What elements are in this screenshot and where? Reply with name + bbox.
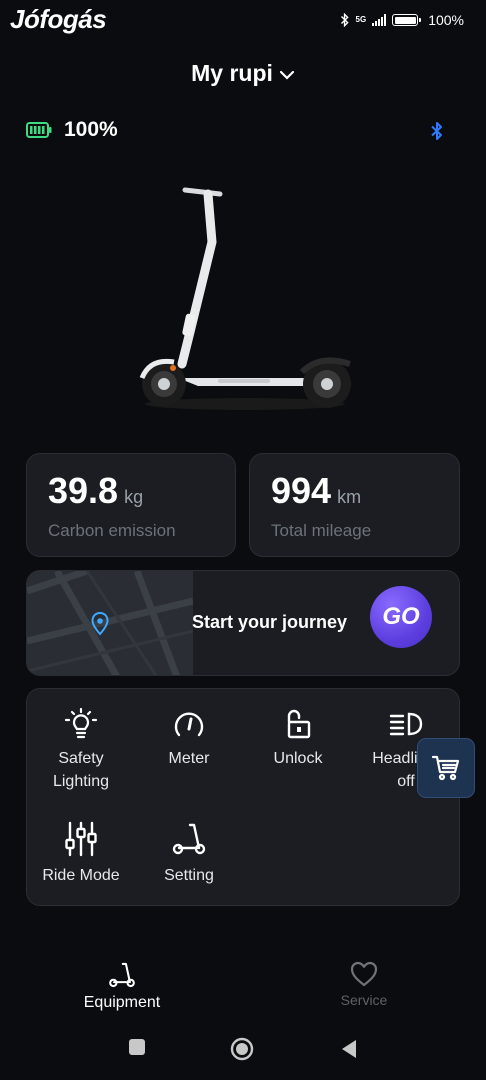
- device-battery: 100%: [26, 118, 118, 142]
- signal-icon: [372, 14, 387, 26]
- mileage-label: Total mileage: [271, 521, 372, 540]
- carbon-emission-card: 39.8 kg Carbon emission: [26, 453, 236, 557]
- battery-status-icon: [392, 14, 422, 26]
- back-button[interactable]: [340, 1039, 358, 1059]
- function-panel: Safety Lighting Meter Unlock Headlight o…: [26, 688, 460, 906]
- nav-equipment[interactable]: Equipment: [62, 960, 182, 1012]
- nav-service[interactable]: Service: [304, 960, 424, 1010]
- safety-lighting-button[interactable]: Safety Lighting: [27, 707, 135, 793]
- carbon-value: 39.8: [48, 470, 119, 511]
- carbon-unit: kg: [124, 487, 144, 507]
- status-bar: 5G 100%: [340, 12, 464, 28]
- chevron-down-icon: [279, 70, 294, 80]
- recent-apps-button[interactable]: [128, 1038, 146, 1056]
- gauge-icon: [174, 712, 204, 737]
- setting-button[interactable]: Setting: [135, 820, 243, 887]
- watermark-logo: Jófogás: [10, 4, 107, 34]
- map-thumbnail: [27, 571, 193, 675]
- go-button[interactable]: GO: [370, 586, 432, 648]
- scooter-icon: [109, 962, 135, 988]
- nav-service-label: Service: [340, 992, 388, 1008]
- ride-mode-button[interactable]: Ride Mode: [27, 820, 135, 887]
- sliders-icon: [65, 821, 97, 857]
- mileage-unit: km: [337, 487, 362, 507]
- nav-equipment-label: Equipment: [83, 994, 161, 1011]
- network-type: 5G: [355, 15, 367, 24]
- carbon-label: Carbon emission: [48, 521, 176, 540]
- cart-icon: [431, 755, 460, 781]
- battery-percent: 100%: [64, 118, 118, 141]
- unlock-button[interactable]: Unlock: [244, 707, 352, 770]
- bulb-icon: [64, 707, 98, 739]
- setting-label: Setting: [164, 867, 214, 884]
- headlight-icon: [389, 712, 423, 736]
- scooter-icon: [172, 823, 206, 855]
- home-button[interactable]: [230, 1037, 254, 1061]
- shop-cart-button[interactable]: [417, 738, 475, 798]
- meter-button[interactable]: Meter: [135, 707, 243, 770]
- mileage-value: 994: [271, 470, 332, 511]
- start-journey-label: Start your journey: [192, 612, 348, 632]
- meter-label: Meter: [168, 750, 210, 767]
- page-title: My rupi: [191, 60, 273, 86]
- total-mileage-card: 994 km Total mileage: [249, 453, 460, 557]
- bluetooth-icon[interactable]: [430, 121, 444, 141]
- bluetooth-status-icon: [340, 13, 349, 27]
- unlock-label: Unlock: [273, 750, 323, 767]
- safety-lighting-label: Safety Lighting: [52, 750, 110, 790]
- scooter-image: [139, 187, 351, 410]
- heart-icon: [350, 961, 378, 987]
- unlock-icon: [287, 709, 311, 739]
- location-pin-icon: [91, 612, 109, 636]
- ride-mode-label: Ride Mode: [42, 867, 120, 884]
- battery-icon: [26, 122, 52, 138]
- status-battery-text: 100%: [428, 12, 464, 28]
- device-selector[interactable]: My rupi: [0, 60, 486, 87]
